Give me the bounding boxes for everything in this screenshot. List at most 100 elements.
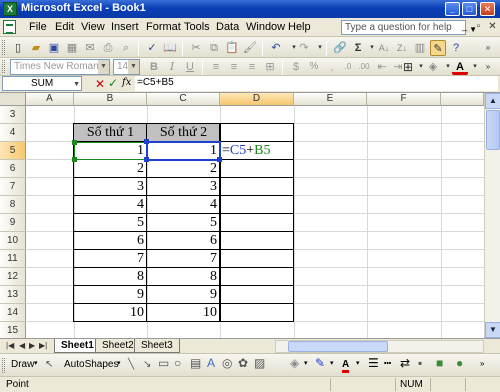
fill-color-icon[interactable]: ◈ [290, 356, 299, 370]
table-cell[interactable]: 2 [147, 160, 220, 178]
table-cell[interactable]: 8 [74, 268, 147, 286]
decrease-indent-icon[interactable]: ⇤ [374, 59, 390, 75]
underline-icon[interactable]: U [182, 59, 198, 75]
prev-sheet-icon[interactable]: ◀ [19, 341, 25, 350]
tab-sheet3[interactable]: Sheet3 [134, 339, 180, 353]
redo-icon[interactable]: ↷ [296, 40, 312, 56]
worksheet-grid[interactable]: A B C D E F 3 4 5 6 7 8 9 10 11 12 13 14… [0, 92, 500, 339]
row-header-10[interactable]: 10 [0, 232, 26, 250]
permission-icon[interactable]: ▦ [64, 40, 80, 56]
paste-icon[interactable]: 📋 [224, 40, 240, 56]
row-header-6[interactable]: 6 [0, 160, 26, 178]
minimize-button[interactable]: _ [445, 2, 460, 16]
table-cell[interactable]: 6 [74, 232, 147, 250]
shadow-style-icon[interactable]: ▪ [418, 356, 422, 370]
insert-picture-icon[interactable]: ▨ [254, 356, 265, 370]
undo-icon[interactable]: ↶ [268, 40, 284, 56]
maximize-button[interactable]: □ [462, 2, 477, 16]
scroll-thumb[interactable] [486, 110, 500, 150]
arrow-icon[interactable]: ↘ [143, 359, 151, 370]
line-icon[interactable]: ╲ [128, 359, 134, 370]
column-header-g[interactable] [441, 93, 484, 106]
table-cell[interactable]: 7 [147, 250, 220, 268]
vertical-scrollbar[interactable]: ▲ ▼ [484, 93, 500, 339]
table-cell[interactable]: 4 [147, 196, 220, 214]
copy-icon[interactable]: ⧉ [206, 40, 222, 56]
help-search-input[interactable]: Type a question for help ▼ [341, 20, 477, 35]
row-header-15[interactable]: 15 [0, 322, 26, 339]
table-cell[interactable]: 9 [74, 286, 147, 304]
table-cell[interactable]: 8 [147, 268, 220, 286]
doc-close-button[interactable]: ✕ [486, 21, 499, 32]
toolbar-grip[interactable] [2, 60, 5, 73]
line-style-icon[interactable]: ☰ [368, 356, 379, 370]
workbook-icon[interactable] [3, 20, 16, 34]
font-color-icon[interactable]: A [452, 59, 468, 75]
horizontal-scrollbar[interactable] [275, 340, 484, 353]
insert-function-icon[interactable]: fx [122, 77, 131, 88]
align-left-icon[interactable]: ≡ [208, 59, 224, 75]
format-painter-icon[interactable]: 🖌 [242, 40, 258, 56]
toolbar-options-icon[interactable]: » [480, 359, 484, 368]
column-header-b[interactable]: B [74, 93, 147, 106]
table-cell[interactable]: 5 [74, 214, 147, 232]
wordart-icon[interactable]: A [207, 356, 215, 370]
tab-sheet1[interactable]: Sheet1 [54, 339, 101, 353]
first-sheet-icon[interactable]: |◀ [6, 341, 14, 350]
text-box-icon[interactable]: ▤ [190, 356, 201, 370]
reference-handle[interactable] [144, 157, 149, 162]
hyperlink-icon[interactable]: 🔗 [332, 40, 348, 56]
decrease-decimal-icon[interactable]: .00 [356, 59, 372, 75]
align-center-icon[interactable]: ≡ [226, 59, 242, 75]
reference-handle[interactable] [72, 157, 77, 162]
row-header-12[interactable]: 12 [0, 268, 26, 286]
doc-minimize-button[interactable]: _ [458, 21, 471, 32]
toolbar-grip[interactable] [2, 358, 5, 373]
table-cell[interactable]: 7 [74, 250, 147, 268]
3d-settings-icon[interactable]: ● [456, 356, 463, 370]
scroll-up-icon[interactable]: ▲ [485, 93, 500, 109]
column-header-c[interactable]: C [147, 93, 220, 106]
table-cell[interactable]: 2 [74, 160, 147, 178]
print-preview-icon[interactable]: ⌕ [118, 40, 134, 56]
menu-edit[interactable]: Edit [55, 21, 74, 33]
line-color-icon[interactable]: ✎ [315, 356, 325, 370]
new-icon[interactable]: ▯ [10, 40, 26, 56]
arrow-style-icon[interactable]: ⇄ [400, 356, 410, 370]
comma-style-icon[interactable]: , [324, 59, 340, 75]
3d-style-icon[interactable]: ■ [436, 356, 443, 370]
font-name-select[interactable]: Times New Roman ▼ [10, 59, 110, 75]
menu-window[interactable]: Window [246, 21, 285, 33]
formula-input[interactable]: =C5+B5 [135, 76, 498, 91]
enter-icon[interactable]: ✓ [108, 76, 118, 90]
row-header-13[interactable]: 13 [0, 286, 26, 304]
font-size-select[interactable]: 14 ▼ [113, 59, 140, 75]
cancel-icon[interactable]: ✕ [95, 77, 105, 91]
select-all-button[interactable] [0, 93, 26, 106]
next-sheet-icon[interactable]: ▶ [29, 341, 35, 350]
oval-icon[interactable]: ○ [174, 356, 181, 370]
table-cell[interactable]: 3 [147, 178, 220, 196]
dash-style-icon[interactable]: ┅ [384, 356, 391, 370]
menu-help[interactable]: Help [288, 21, 311, 33]
reference-handle[interactable] [72, 140, 77, 145]
drawing-toggle-icon[interactable]: ✎ [430, 40, 446, 56]
row-header-5[interactable]: 5 [0, 142, 26, 160]
last-sheet-icon[interactable]: ▶| [39, 341, 47, 350]
bold-icon[interactable]: B [146, 59, 162, 75]
reference-handle[interactable] [144, 139, 149, 144]
align-right-icon[interactable]: ≡ [244, 59, 260, 75]
name-box[interactable]: SUM ▼ [2, 76, 82, 91]
row-header-14[interactable]: 14 [0, 304, 26, 322]
menu-data[interactable]: Data [216, 21, 239, 33]
column-header-a[interactable]: A [26, 93, 74, 106]
menu-format[interactable]: Format [146, 21, 181, 33]
menu-insert[interactable]: Insert [111, 21, 139, 33]
row-header-11[interactable]: 11 [0, 250, 26, 268]
column-header-d[interactable]: D [220, 93, 294, 106]
row-header-9[interactable]: 9 [0, 214, 26, 232]
help-icon[interactable]: ? [448, 40, 464, 56]
font-color-icon[interactable]: A [342, 359, 350, 373]
open-icon[interactable]: ▰ [28, 40, 44, 56]
column-header-e[interactable]: E [294, 93, 367, 106]
